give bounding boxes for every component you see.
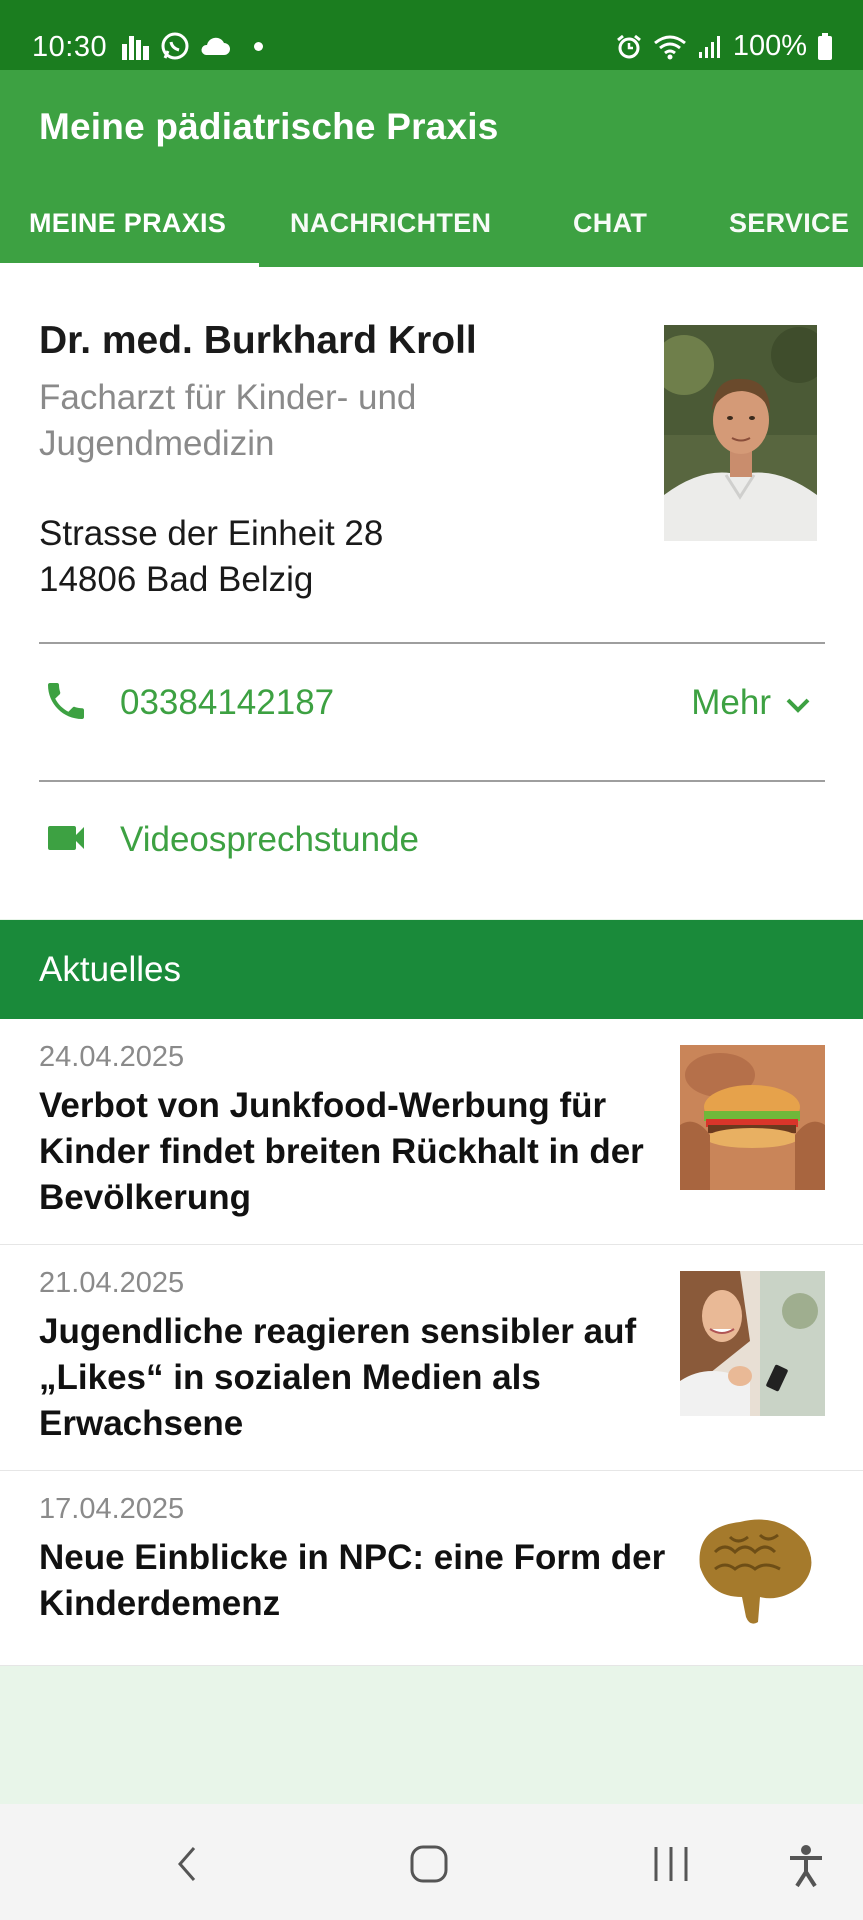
- system-nav-bar: [0, 1804, 863, 1920]
- news-thumbnail-burger: [680, 1045, 825, 1190]
- news-date: 24.04.2025: [39, 1041, 185, 1073]
- tab-bar: MEINE PRAXIS NACHRICHTEN CHAT SERVICE: [0, 200, 863, 267]
- news-title: Verbot von Junkfood-Werbung für Kinder f…: [39, 1086, 644, 1217]
- news-thumbnail-brain: [680, 1497, 825, 1642]
- wifi-icon: [653, 33, 687, 61]
- divider-bottom: [39, 780, 825, 782]
- practice-address: Strasse der Einheit 28 14806 Bad Belzig: [39, 511, 383, 603]
- home-icon[interactable]: [409, 1844, 449, 1889]
- status-left-icons: [120, 31, 263, 61]
- news-thumbnail-phone-user: [680, 1271, 825, 1416]
- alarm-icon: [615, 33, 643, 61]
- more-button[interactable]: Mehr: [691, 683, 811, 723]
- tab-chat[interactable]: CHAT: [573, 200, 647, 267]
- notification-dot-icon: [254, 41, 263, 51]
- phone-row[interactable]: 03384142187 Mehr: [0, 648, 863, 758]
- recents-icon[interactable]: [651, 1844, 691, 1889]
- practice-card: Dr. med. Burkhard Kroll Facharzt für Kin…: [0, 267, 863, 919]
- videocam-icon: [42, 814, 90, 867]
- cloud-icon: [198, 35, 230, 57]
- more-label: Mehr: [691, 683, 771, 722]
- news-section-title: Aktuelles: [39, 950, 182, 989]
- city-icon: [120, 32, 152, 60]
- status-right: 100%: [615, 30, 833, 63]
- status-bar: 10:30 100%: [0, 0, 863, 70]
- news-title: Jugendliche reagieren sensibler auf „Lik…: [39, 1312, 637, 1443]
- chevron-down-icon: [785, 683, 811, 723]
- battery-icon: [817, 32, 833, 61]
- news-item-2[interactable]: 21.04.2025 Jugendliche reagieren sensibl…: [0, 1245, 863, 1471]
- news-item-3[interactable]: 17.04.2025 Neue Einblicke in NPC: eine F…: [0, 1471, 863, 1666]
- status-time: 10:30: [32, 31, 108, 63]
- tab-nachrichten[interactable]: NACHRICHTEN: [290, 200, 491, 267]
- news-date: 21.04.2025: [39, 1267, 185, 1299]
- news-section-header: Aktuelles: [0, 920, 863, 1019]
- divider-top: [39, 642, 825, 644]
- news-list: 24.04.2025 Verbot von Junkfood-Werbung f…: [0, 1019, 863, 1666]
- tab-meine-praxis[interactable]: MEINE PRAXIS: [29, 200, 226, 267]
- app-title: Meine pädiatrische Praxis: [39, 106, 499, 147]
- doctor-specialty-line2: Jugendmedizin: [39, 424, 275, 463]
- phone-number[interactable]: 03384142187: [120, 683, 334, 723]
- doctor-photo: [664, 325, 817, 541]
- doctor-name: Dr. med. Burkhard Kroll: [39, 319, 477, 362]
- news-date: 17.04.2025: [39, 1493, 185, 1525]
- signal-icon: [697, 34, 723, 60]
- phone-icon: [42, 677, 90, 730]
- video-consult-row[interactable]: Videosprechstunde: [0, 785, 863, 895]
- back-icon[interactable]: [172, 1844, 202, 1889]
- address-street: Strasse der Einheit 28: [39, 514, 384, 553]
- battery-percent: 100%: [732, 30, 807, 62]
- news-item-1[interactable]: 24.04.2025 Verbot von Junkfood-Werbung f…: [0, 1019, 863, 1245]
- address-city: 14806 Bad Belzig: [39, 560, 314, 599]
- app-bar: Meine pädiatrische Praxis MEINE PRAXIS N…: [0, 70, 863, 267]
- doctor-specialty: Facharzt für Kinder- und Jugendmedizin: [39, 375, 599, 467]
- tab-service[interactable]: SERVICE: [729, 200, 849, 267]
- doctor-specialty-line1: Facharzt für Kinder- und: [39, 378, 417, 417]
- video-consult-label[interactable]: Videosprechstunde: [120, 820, 419, 860]
- news-title: Neue Einblicke in NPC: eine Form der Kin…: [39, 1538, 666, 1623]
- whatsapp-icon: [160, 31, 190, 61]
- accessibility-icon[interactable]: [786, 1844, 826, 1893]
